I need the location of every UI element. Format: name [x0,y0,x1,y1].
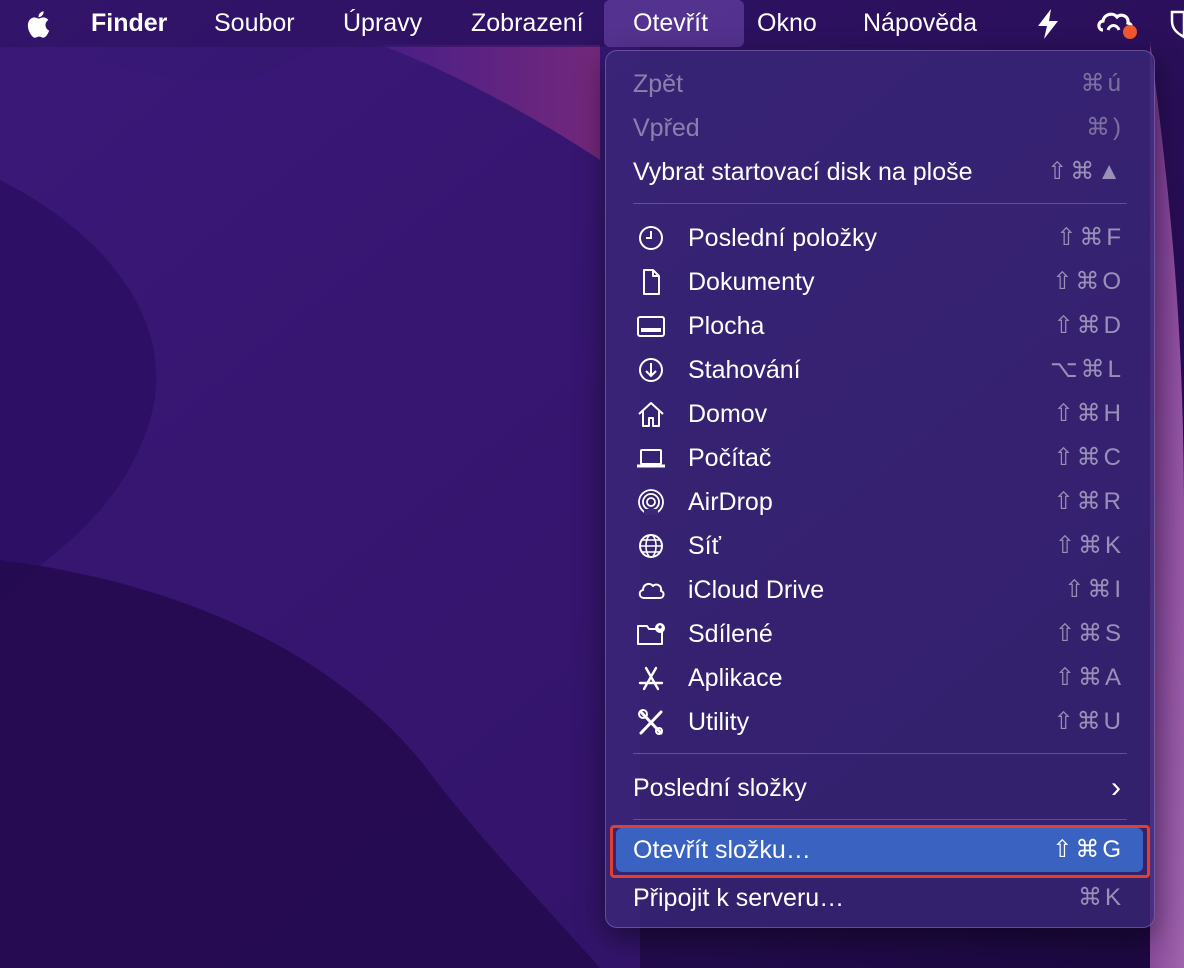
menu-bar: Finder Soubor Úpravy Zobrazení Otevřít O… [0,0,1184,47]
menu-item-shared[interactable]: Sdílené ⇧⌘S [606,612,1154,656]
menu-item-label: Vpřed [633,114,700,142]
menubar-app-name[interactable]: Finder [91,0,167,47]
menu-item-downloads[interactable]: Stahování ⌥⌘L [606,348,1154,392]
menu-item-label: Poslední složky [633,774,807,802]
utilities-icon [638,709,663,735]
chevron-right-icon: › [1111,771,1124,804]
menu-item-connect-to-server[interactable]: Připojit k serveru… ⌘K [606,876,1154,920]
menu-item-shortcut: ⇧⌘S [1054,620,1124,647]
lightning-icon[interactable] [1034,8,1062,40]
desktop-icon [637,316,665,337]
menu-item-shortcut: ⇧⌘A [1054,664,1124,691]
menubar-item-okno[interactable]: Okno [757,0,817,47]
menu-item-forward[interactable]: Vpřed ⌘) [606,106,1154,150]
menu-item-desktop[interactable]: Plocha ⇧⌘D [606,304,1154,348]
menu-item-shortcut: ⇧⌘▲ [1047,158,1124,185]
airdrop-icon [638,489,664,515]
menu-item-home[interactable]: Domov ⇧⌘H [606,392,1154,436]
menu-item-shortcut: ⌘K [1077,884,1124,911]
menu-item-label: Sdílené [688,620,773,648]
menu-item-back[interactable]: Zpět ⌘ú [606,62,1154,106]
menu-item-shortcut: ⇧⌘C [1053,444,1124,471]
menu-item-recent-folders[interactable]: Poslední složky › [606,766,1154,810]
shield-icon[interactable] [1170,9,1184,39]
menu-item-network[interactable]: Síť ⇧⌘K [606,524,1154,568]
menubar-item-soubor[interactable]: Soubor [214,0,295,47]
menu-item-label: Vybrat startovací disk na ploše [633,158,973,186]
menu-item-icloud-drive[interactable]: iCloud Drive ⇧⌘I [606,568,1154,612]
menu-separator [633,819,1127,820]
menu-item-shortcut: ⇧⌘R [1053,488,1124,515]
globe-icon [639,534,663,558]
clock-icon [639,226,663,250]
menu-item-shortcut: ⇧⌘I [1064,576,1124,603]
cloud-icon [638,582,665,599]
menu-item-computer[interactable]: Počítač ⇧⌘C [606,436,1154,480]
menu-item-shortcut: ⌘) [1086,114,1124,141]
menu-item-label: Plocha [688,312,765,340]
menu-item-label: AirDrop [688,488,773,516]
menu-item-shortcut: ⇧⌘F [1056,224,1124,251]
menu-separator [633,753,1127,754]
menu-item-airdrop[interactable]: AirDrop ⇧⌘R [606,480,1154,524]
menubar-item-napoveda[interactable]: Nápověda [863,0,977,47]
menu-item-recents[interactable]: Poslední položky ⇧⌘F [606,216,1154,260]
laptop-icon [637,449,665,468]
menu-item-shortcut: ⇧⌘O [1052,268,1124,295]
menu-item-shortcut: ⌥⌘L [1049,356,1124,383]
document-icon [643,269,660,295]
menu-item-shortcut: ⇧⌘U [1053,708,1124,735]
creative-cloud-icon[interactable] [1094,8,1140,42]
menu-item-label: Aplikace [688,664,783,692]
menu-item-label: Počítač [688,444,772,472]
menu-item-applications[interactable]: Aplikace ⇧⌘A [606,656,1154,700]
menu-item-label: Utility [688,708,750,736]
apps-icon [638,666,664,691]
menu-item-label: iCloud Drive [688,576,825,604]
menu-item-label: Stahování [688,356,801,384]
download-icon [639,358,663,382]
menu-item-shortcut: ⇧⌘H [1053,400,1124,427]
apple-logo-icon[interactable] [24,9,50,39]
annotation-highlight-box [610,825,1150,878]
menu-item-label: Poslední položky [688,224,878,252]
menubar-item-otevrit[interactable]: Otevřít [633,0,708,47]
menu-item-label: Zpět [633,70,684,98]
menubar-item-upravy[interactable]: Úpravy [343,0,422,47]
home-icon [638,402,664,427]
menu-item-label: Dokumenty [688,268,815,296]
menu-item-shortcut: ⇧⌘D [1053,312,1124,339]
menu-item-shortcut: ⌘ú [1080,70,1124,97]
menu-item-label: Síť [688,532,721,560]
menu-item-label: Domov [688,400,768,428]
shared-folder-icon [637,623,665,645]
menubar-item-zobrazeni[interactable]: Zobrazení [471,0,584,47]
menu-item-startup-disk[interactable]: Vybrat startovací disk na ploše ⇧⌘▲ [606,150,1154,194]
menu-item-shortcut: ⇧⌘K [1054,532,1124,559]
menu-separator [633,203,1127,204]
menu-item-utilities[interactable]: Utility ⇧⌘U [606,700,1154,744]
menu-item-documents[interactable]: Dokumenty ⇧⌘O [606,260,1154,304]
open-menu-dropdown: Zpět ⌘ú Vpřed ⌘) Vybrat startovací disk … [605,50,1155,928]
menu-item-label: Připojit k serveru… [633,884,845,912]
